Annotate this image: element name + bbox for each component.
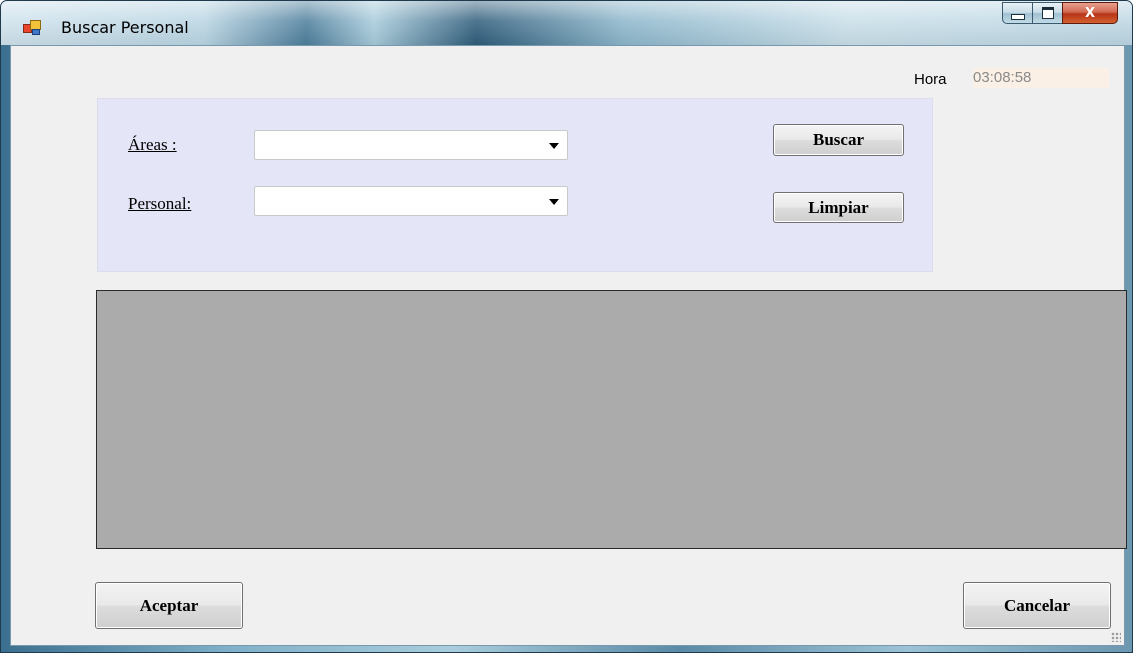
chevron-down-icon[interactable] [549,143,559,149]
clear-button[interactable]: Limpiar [773,192,904,223]
maximize-icon [1041,7,1054,19]
results-grid[interactable] [96,290,1127,549]
accept-button[interactable]: Aceptar [95,582,243,629]
minimize-button[interactable] [1002,2,1032,24]
close-icon: X [1084,5,1096,21]
areas-label: Áreas : [128,135,177,154]
title-bar[interactable]: Buscar Personal X [1,1,1132,45]
application-icon [23,20,41,35]
minimize-icon [1010,14,1025,20]
cancel-button[interactable]: Cancelar [963,582,1111,629]
personal-combobox[interactable] [254,186,568,216]
maximize-button[interactable] [1032,2,1062,24]
close-button[interactable]: X [1062,2,1118,24]
resize-grip-icon[interactable] [1111,632,1121,642]
areas-combobox[interactable] [254,130,568,160]
window-frame: Buscar Personal X Hora 03:08:58 Áreas : … [0,0,1133,653]
dialog-body: Hora 03:08:58 Áreas : Personal: Buscar L… [10,45,1127,646]
time-value: 03:08:58 [973,68,1109,88]
time-label: Hora [914,71,947,88]
personal-label: Personal: [128,194,192,213]
caption-buttons: X [1002,2,1118,26]
search-button[interactable]: Buscar [773,124,904,156]
filter-panel: Áreas : Personal: Buscar Limpiar [97,98,933,272]
chevron-down-icon[interactable] [549,199,559,205]
window-title: Buscar Personal [61,18,189,37]
